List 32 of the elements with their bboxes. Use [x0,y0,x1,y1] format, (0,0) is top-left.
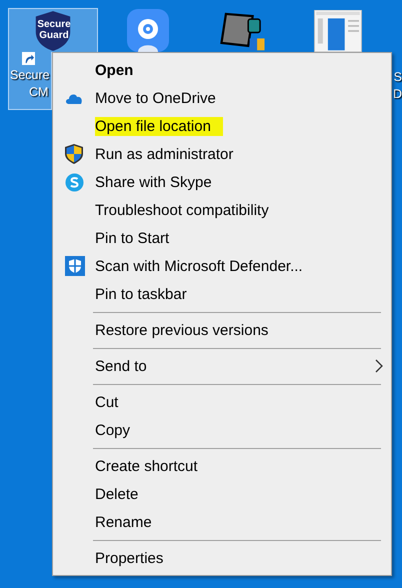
highlighted-text: Open file location [95,116,223,136]
menu-item[interactable]: Open [53,56,391,84]
webcam-icon [126,8,170,52]
monitor-icon [220,10,266,52]
menu-item[interactable]: Rename [53,508,391,536]
icon-label: D [392,86,402,103]
menu-item[interactable]: Properties [53,544,391,572]
menu-item[interactable]: Open file location [53,112,391,140]
menu-item[interactable]: Scan with Microsoft Defender... [53,252,391,280]
menu-item[interactable]: Move to OneDrive [53,84,391,112]
menu-item[interactable]: Pin to taskbar [53,280,391,308]
menu-item[interactable]: Run as administrator [53,140,391,168]
menu-item[interactable]: Create shortcut [53,452,391,480]
desktop-icon[interactable]: Secure Guard [8,8,98,52]
chevron-right-icon [375,359,383,373]
cloud-icon [65,92,83,104]
icon-label: S [394,69,402,86]
skype-icon [65,172,84,192]
menu-item[interactable]: Pin to Start [53,224,391,252]
icon-label: CM [28,84,50,101]
shield-icon [34,10,72,52]
menu-item[interactable]: Troubleshoot compatibility [53,196,391,224]
icon-label: Secure [9,67,51,84]
menu-item[interactable]: Send to [53,352,391,380]
shield-icon [65,144,83,164]
menu-item[interactable]: Cut [53,388,391,416]
menu-item[interactable]: Restore previous versions [53,316,391,344]
menu-item[interactable]: Share with Skype [53,168,391,196]
menu-item[interactable]: Delete [53,480,391,508]
icon-badge-text: Secure Guard [36,19,72,41]
defender-icon [65,256,85,276]
menu-item[interactable]: Copy [53,416,391,444]
